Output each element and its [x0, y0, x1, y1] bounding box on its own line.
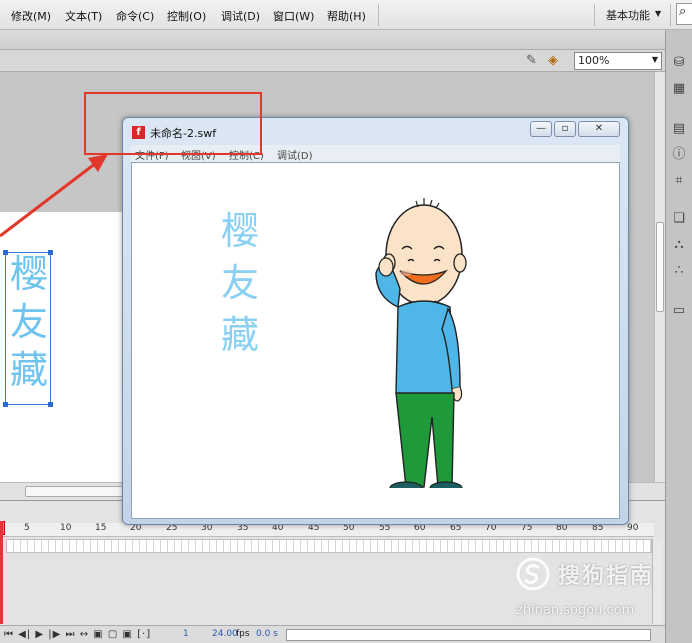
right-panel-dock: ⛁ ▦ ▤ ⓘ ⌗ ❏ ⛬ ∴ ▭ — [665, 30, 692, 643]
menu-bar: 修改(M) 文本(T) 命令(C) 控制(O) 调试(D) 窗口(W) 帮助(H… — [0, 0, 692, 30]
menu-help[interactable]: 帮助(H) — [327, 8, 366, 24]
timeline-ruler[interactable]: 5 10 15 20 25 30 35 40 45 50 55 60 65 70… — [0, 523, 654, 537]
timeline-frames[interactable] — [6, 539, 652, 553]
current-frame: 1 — [183, 629, 189, 639]
ruler-tick-label: 15 — [95, 523, 107, 533]
close-button[interactable]: ✕ — [578, 121, 620, 137]
chevron-down-icon[interactable]: ▼ — [655, 9, 661, 18]
menu-commands[interactable]: 命令(C) — [116, 8, 154, 24]
annotation-highlight-box — [84, 92, 262, 155]
ruler-tick-label: 90 — [627, 523, 639, 533]
cartoon-grandpa-illustration — [375, 198, 467, 488]
components-icon[interactable]: ❏ — [670, 210, 688, 228]
frame-rate[interactable]: 24.00 — [212, 629, 238, 639]
watermark-url: zhinan.sogou.com — [516, 603, 635, 618]
scroll-thumb[interactable] — [656, 222, 664, 312]
scroll-thumb[interactable] — [25, 486, 135, 497]
resize-handle[interactable] — [3, 402, 8, 407]
playhead[interactable] — [0, 521, 3, 624]
menu-debug[interactable]: 调试(D) — [221, 8, 260, 24]
swf-text: 樱友藏 — [220, 209, 259, 357]
info-icon[interactable]: ⓘ — [670, 146, 688, 164]
swf-content-area: 樱友藏 — [131, 162, 620, 519]
zoom-bar: ✎ ◈ 100% ▼ — [0, 50, 665, 72]
zoom-select[interactable]: 100% ▼ — [574, 52, 662, 70]
stage-text[interactable]: 樱友藏 — [8, 250, 50, 394]
menu-window[interactable]: 窗口(W) — [273, 8, 314, 24]
grid-icon[interactable]: ▦ — [670, 80, 688, 98]
ruler-tick-label: 5 — [24, 523, 30, 533]
swf-preview-window: f 未命名-2.swf — ▫ ✕ 文件(F) 视图(V) 控制(C) 调试(D… — [122, 117, 629, 525]
watermark-brand: 搜狗指南 — [558, 564, 655, 589]
workspace-switcher[interactable]: 基本功能 — [606, 7, 650, 23]
motion-presets-icon[interactable]: ∴ — [670, 262, 688, 280]
minimize-button[interactable]: — — [530, 121, 552, 137]
menu-text[interactable]: 文本(T) — [65, 8, 102, 24]
menu-separator — [594, 4, 595, 26]
frame-rate-unit: fps — [236, 629, 250, 639]
menu-modify[interactable]: 修改(M) — [11, 8, 51, 24]
library-icon[interactable]: ⛬ — [670, 236, 688, 254]
transform-icon[interactable]: ⌗ — [670, 172, 688, 190]
menu-separator — [670, 4, 671, 26]
sogou-logo-icon — [516, 557, 550, 591]
playback-controls[interactable]: ⏮ ◀| ▶ |▶ ⏭ ↔ ▣ ▢ ▣ [·] — [4, 629, 151, 640]
resize-handle[interactable] — [48, 402, 53, 407]
edit-scene-icon[interactable]: ✎ — [526, 53, 544, 69]
timeline-status-bar: ⏮ ◀| ▶ |▶ ⏭ ↔ ▣ ▢ ▣ [·] 1 24.00 fps 0.0 … — [0, 625, 665, 643]
ruler-tick-label: 10 — [60, 523, 72, 533]
edit-symbol-icon[interactable]: ◈ — [548, 53, 566, 69]
swf-menu-debug[interactable]: 调试(D) — [277, 147, 313, 162]
stage-vertical-scrollbar[interactable] — [654, 72, 665, 482]
chevron-down-icon[interactable]: ▼ — [652, 55, 658, 64]
align-icon[interactable]: ▤ — [670, 120, 688, 138]
menu-separator — [378, 4, 379, 26]
elapsed-time: 0.0 s — [256, 629, 278, 639]
zoom-value: 100% — [578, 54, 610, 67]
menu-control[interactable]: 控制(O) — [167, 8, 206, 24]
timeline-horizontal-scrollbar[interactable] — [286, 629, 651, 641]
panel-toggle-icon[interactable]: ▭ — [670, 302, 688, 320]
edit-bar — [0, 30, 665, 50]
search-icon[interactable]: ⌕ — [676, 3, 692, 25]
paint-bucket-icon[interactable]: ⛁ — [670, 54, 688, 72]
maximize-button[interactable]: ▫ — [554, 121, 576, 137]
